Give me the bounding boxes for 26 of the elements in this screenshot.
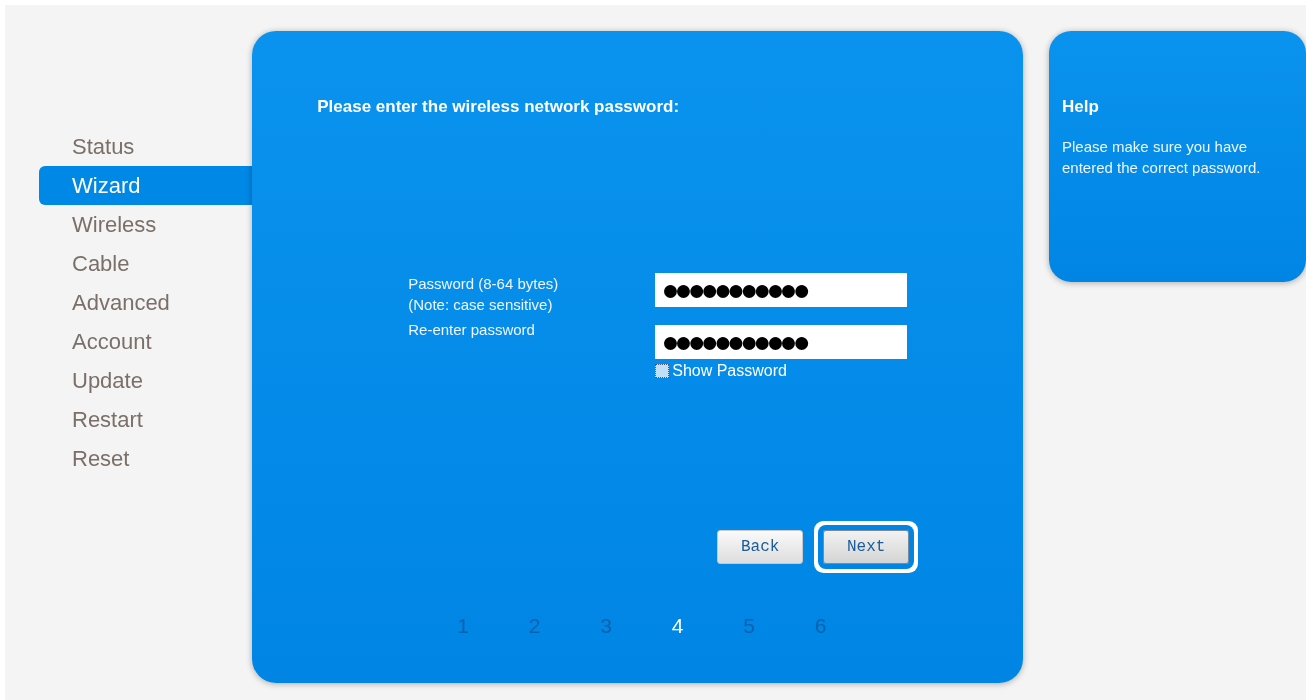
step-number: 3: [600, 614, 613, 638]
checkbox-label: Show Password: [672, 362, 787, 380]
sidebar-item[interactable]: Wireless: [39, 205, 253, 244]
sidebar-item[interactable]: Status: [39, 127, 253, 166]
wizard-heading: Please enter the wireless network password:: [317, 97, 681, 118]
sidebar-item[interactable]: Advanced: [39, 283, 253, 322]
wizard-button[interactable]: Back: [717, 530, 804, 564]
step-number: 4: [671, 614, 685, 638]
sidebar-item[interactable]: Update: [39, 361, 253, 400]
field-note: (Note: case sensitive): [408, 295, 554, 315]
step-number: 6: [814, 614, 828, 638]
sidebar-item[interactable]: Wizard: [39, 166, 253, 205]
password-field[interactable]: ●●●●●●●●●●●: [655, 273, 908, 307]
sidebar-item[interactable]: Reset: [39, 439, 253, 478]
help-title: Help: [1062, 97, 1100, 117]
step-number: 1: [457, 614, 470, 638]
step-number: 2: [528, 614, 542, 638]
sidebar-item[interactable]: Restart: [39, 400, 253, 439]
help-text: Please make sure you have entered the correct password.: [1062, 137, 1262, 178]
field-label: Re-enter password: [408, 320, 536, 340]
sidebar-item[interactable]: Cable: [39, 244, 253, 283]
sidebar-item[interactable]: Account: [39, 322, 253, 361]
checkbox[interactable]: [655, 364, 670, 378]
step-number: 5: [743, 614, 756, 638]
field-label: Password (8-64 bytes): [408, 274, 560, 294]
password-field[interactable]: ●●●●●●●●●●●: [655, 325, 908, 359]
